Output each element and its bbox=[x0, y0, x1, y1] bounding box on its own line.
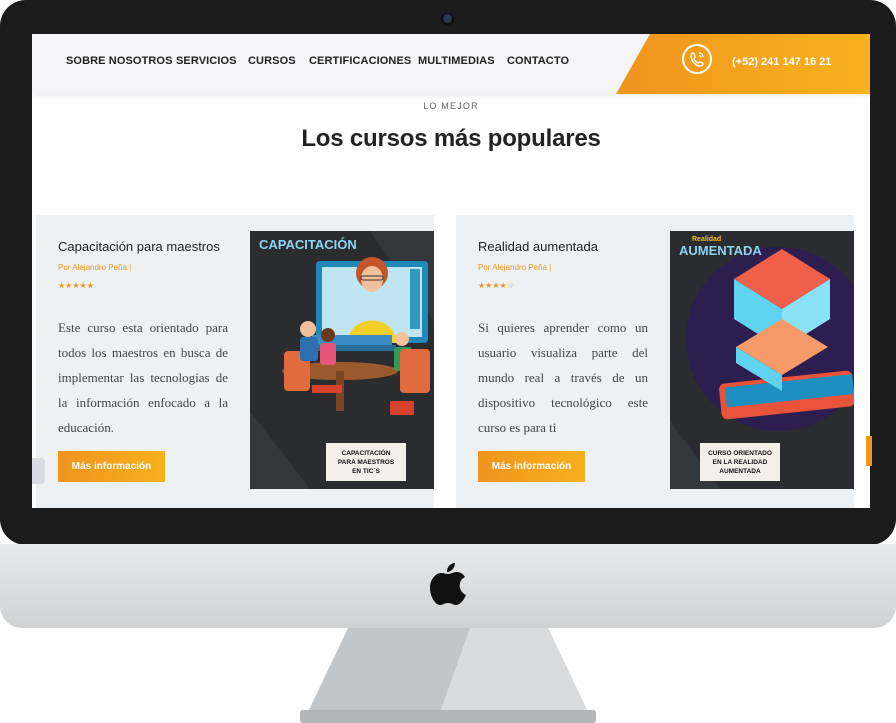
more-info-button[interactable]: Más información bbox=[478, 451, 585, 482]
course-card-realidad: Realidad aumentada Por Alejandro Peña | … bbox=[456, 215, 854, 508]
nav-item-servicios[interactable]: SERVICIOS bbox=[176, 55, 237, 67]
course-author[interactable]: Por Alejandro Peña | bbox=[58, 263, 131, 272]
image-header: CAPACITACIÓN bbox=[259, 237, 357, 252]
right-scroll-tab[interactable] bbox=[866, 436, 872, 466]
course-description: Este curso esta orientado para todos los… bbox=[58, 320, 228, 435]
section-title: Los cursos más populares bbox=[301, 125, 601, 152]
course-author[interactable]: Por Alejandro Peña | bbox=[478, 263, 551, 272]
more-info-button[interactable]: Más información bbox=[58, 451, 165, 482]
image-header: AUMENTADA bbox=[679, 243, 762, 258]
phone-icon[interactable] bbox=[682, 44, 712, 74]
image-caption-line-1: CURSO ORIENTADO bbox=[708, 450, 772, 457]
section-eyebrow: LO MEJOR bbox=[423, 101, 479, 111]
course-card-capacitacion: Capacitación para maestros Por Alejandro… bbox=[36, 215, 434, 508]
nav-item-sobre-nosotros[interactable]: SOBRE NOSOTROS bbox=[66, 55, 173, 67]
image-caption-line-2: EN LA REALIDAD bbox=[713, 459, 768, 466]
nav-item-multimedias[interactable]: MULTIMEDIAS bbox=[418, 55, 495, 67]
course-image[interactable]: CAPACITACIÓN PARA MAESTROS EN TIC´S CAPA… bbox=[250, 231, 434, 489]
nav-item-contacto[interactable]: CONTACTO bbox=[507, 55, 569, 67]
image-caption-line-1: CAPACITACIÓN bbox=[342, 448, 391, 457]
phone-number[interactable]: (+52) 241 147 16 21 bbox=[732, 56, 831, 68]
image-header-small: Realidad bbox=[692, 236, 721, 243]
course-image[interactable]: CURSO ORIENTADO EN LA REALIDAD AUMENTADA… bbox=[670, 231, 854, 489]
nav-item-cursos[interactable]: CURSOS bbox=[248, 55, 296, 67]
image-caption-line-3: AUMENTADA bbox=[719, 468, 761, 475]
website-screen: SOBRE NOSOTROS SERVICIOS CURSOS CERTIFIC… bbox=[32, 34, 870, 508]
camera-icon bbox=[443, 14, 452, 23]
course-description: Si quieres aprender como un usuario visu… bbox=[478, 320, 648, 435]
course-title[interactable]: Capacitación para maestros bbox=[58, 239, 220, 254]
rating-stars: ★★★★★ bbox=[58, 281, 94, 290]
image-caption-line-3: EN TIC´S bbox=[352, 468, 380, 475]
rating-stars: ★★★★☆ bbox=[478, 281, 514, 290]
image-caption-line-2: PARA MAESTROS bbox=[338, 459, 395, 466]
nav-item-certificaciones[interactable]: CERTIFICACIONES bbox=[309, 55, 411, 67]
course-title[interactable]: Realidad aumentada bbox=[478, 239, 598, 254]
apple-logo-icon bbox=[430, 563, 466, 605]
navbar: SOBRE NOSOTROS SERVICIOS CURSOS CERTIFIC… bbox=[32, 34, 870, 94]
left-scroll-tab[interactable] bbox=[32, 458, 45, 484]
